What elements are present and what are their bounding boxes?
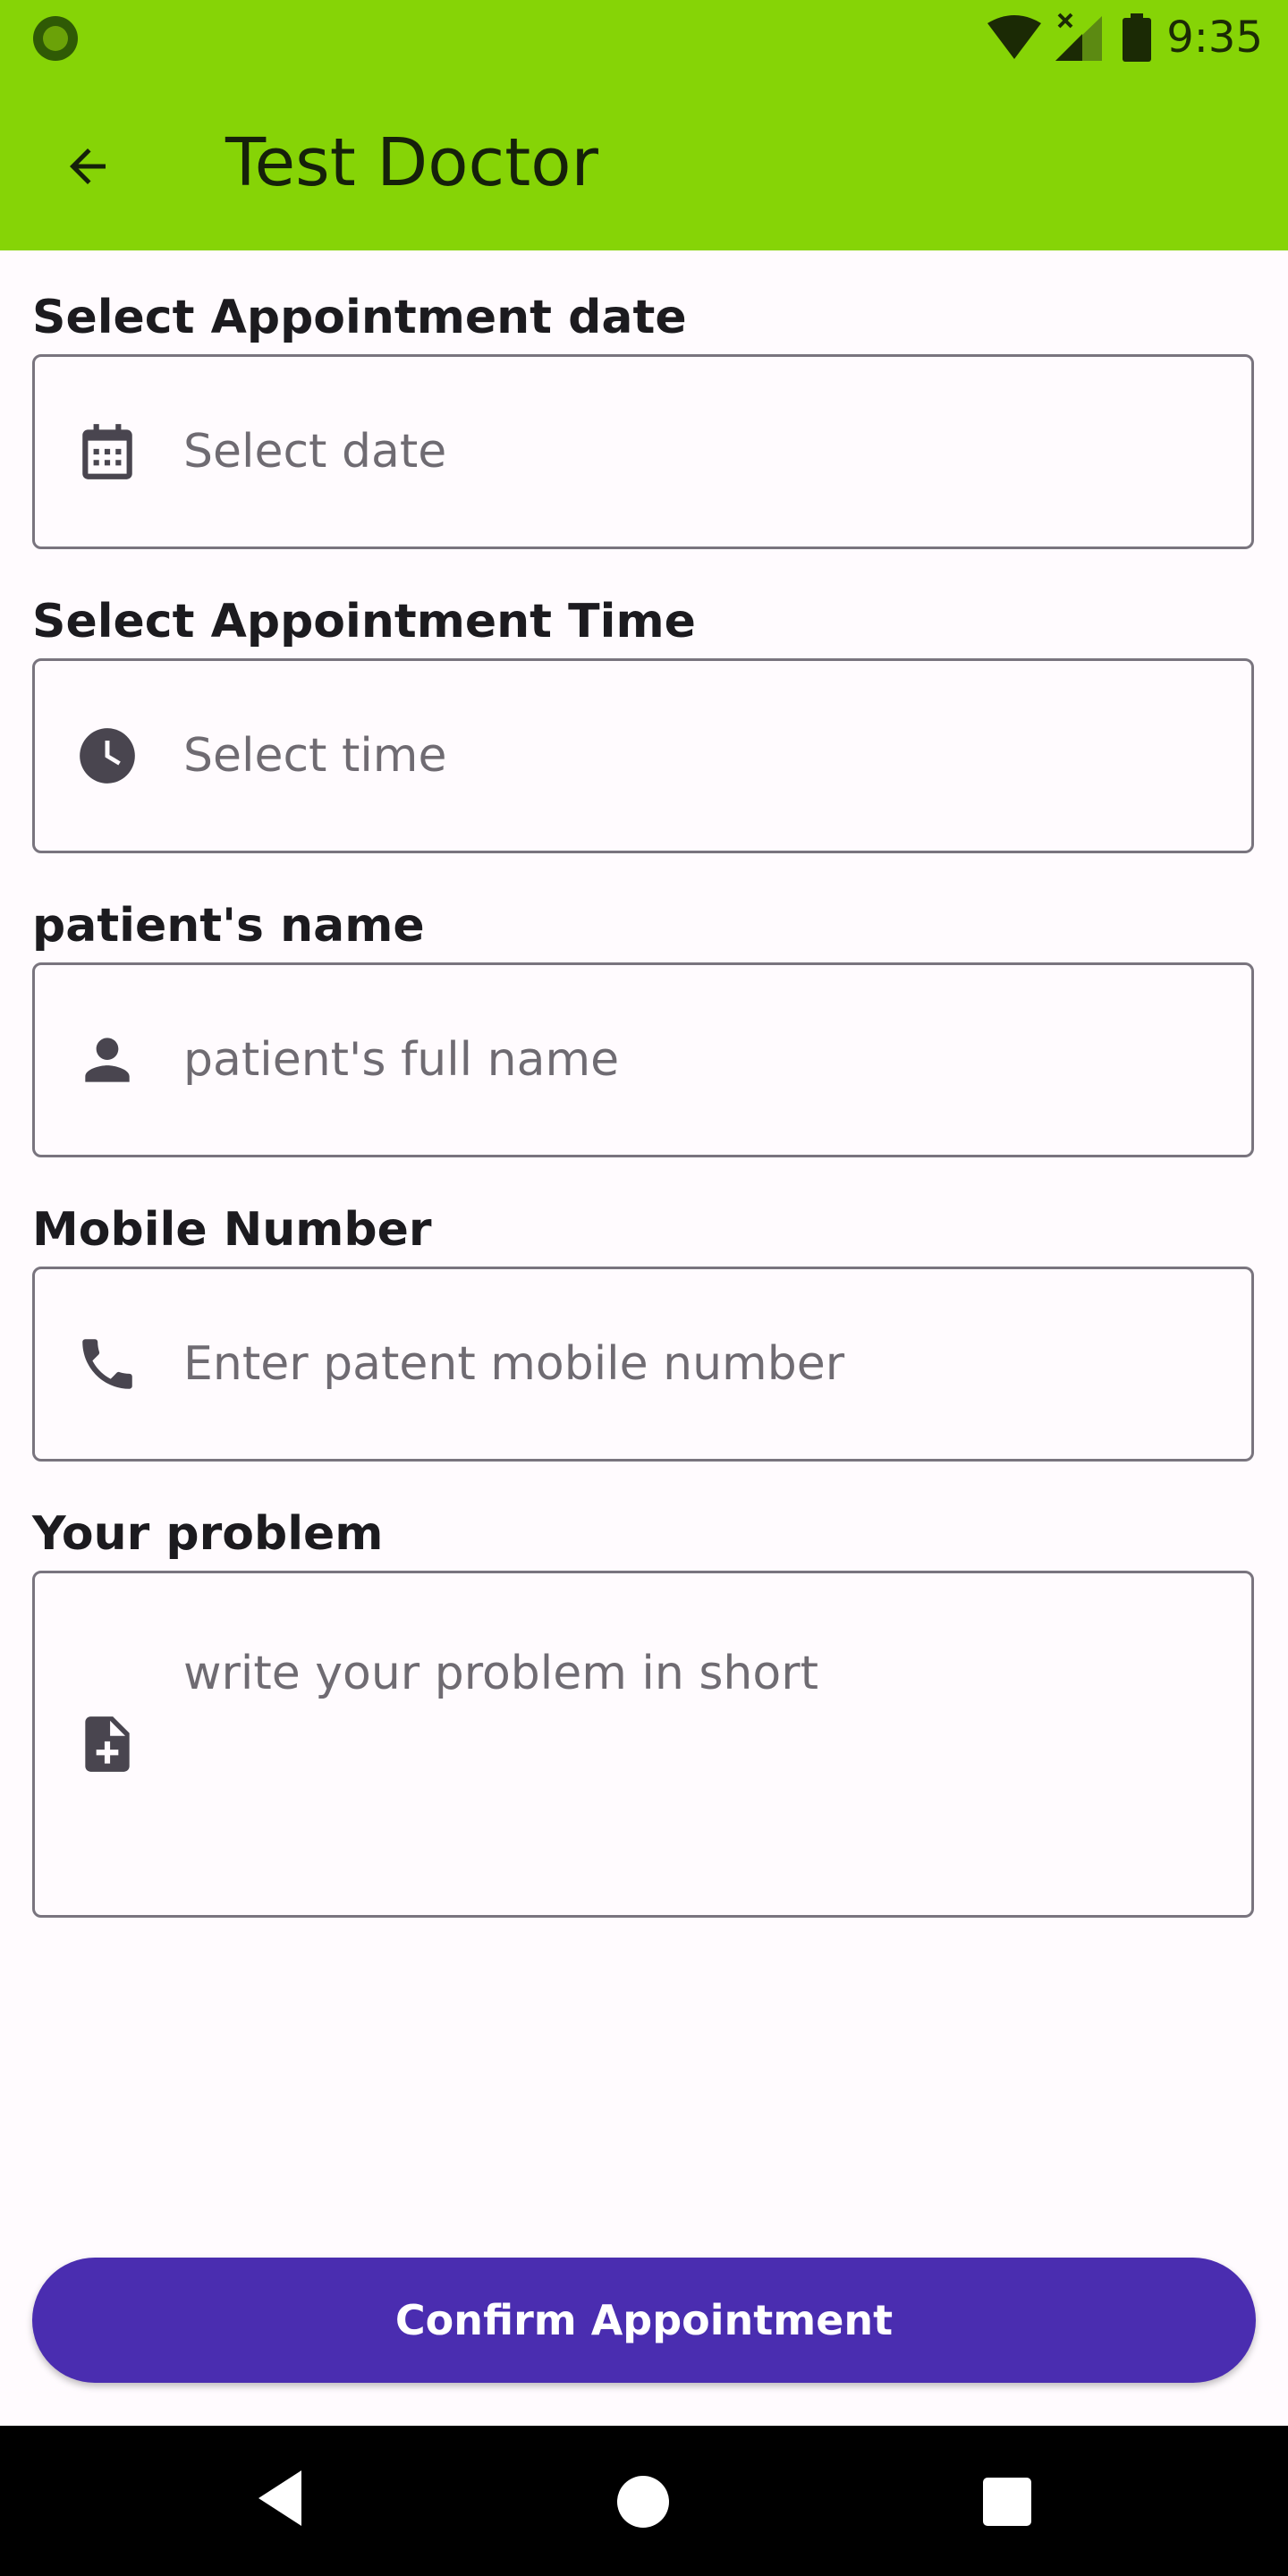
page-title: Test Doctor [225, 124, 598, 201]
signal-icon [1055, 13, 1103, 61]
note-add-icon [74, 1711, 140, 1777]
mobile-placeholder: Enter patent mobile number [183, 1337, 845, 1391]
time-field[interactable]: Select time [32, 658, 1254, 853]
status-bar: 9:35 [0, 0, 1288, 75]
clock-icon [74, 723, 140, 789]
nav-back-icon[interactable] [255, 2469, 305, 2528]
nav-home-icon[interactable] [617, 2476, 669, 2528]
calendar-icon [74, 419, 140, 485]
date-placeholder: Select date [183, 425, 447, 479]
patient-name-field[interactable]: patient's full name [32, 962, 1254, 1157]
back-button[interactable] [52, 131, 123, 202]
phone-icon [74, 1331, 140, 1397]
notification-dot-icon [33, 16, 78, 61]
date-field[interactable]: Select date [32, 354, 1254, 549]
name-placeholder: patient's full name [183, 1033, 620, 1087]
confirm-appointment-button[interactable]: Confirm Appointment [32, 2258, 1256, 2383]
nav-recents-icon[interactable] [983, 2478, 1031, 2526]
mobile-label: Mobile Number [32, 1203, 432, 1257]
date-label: Select Appointment date [32, 291, 687, 344]
status-time: 9:35 [1166, 13, 1263, 63]
time-placeholder: Select time [183, 729, 447, 783]
problem-label: Your problem [32, 1507, 384, 1561]
wifi-icon [987, 15, 1042, 59]
system-nav-bar [0, 2426, 1288, 2576]
problem-placeholder: write your problem in short [183, 1647, 818, 1700]
app-bar: Test Doctor [0, 75, 1288, 250]
problem-field[interactable]: write your problem in short [32, 1571, 1254, 1918]
mobile-number-field[interactable]: Enter patent mobile number [32, 1267, 1254, 1462]
status-icons: 9:35 [986, 9, 1263, 66]
name-label: patient's name [32, 899, 425, 953]
person-icon [74, 1027, 140, 1093]
battery-icon [1123, 13, 1152, 62]
time-label: Select Appointment Time [32, 595, 696, 648]
arrow-back-icon [70, 148, 106, 184]
